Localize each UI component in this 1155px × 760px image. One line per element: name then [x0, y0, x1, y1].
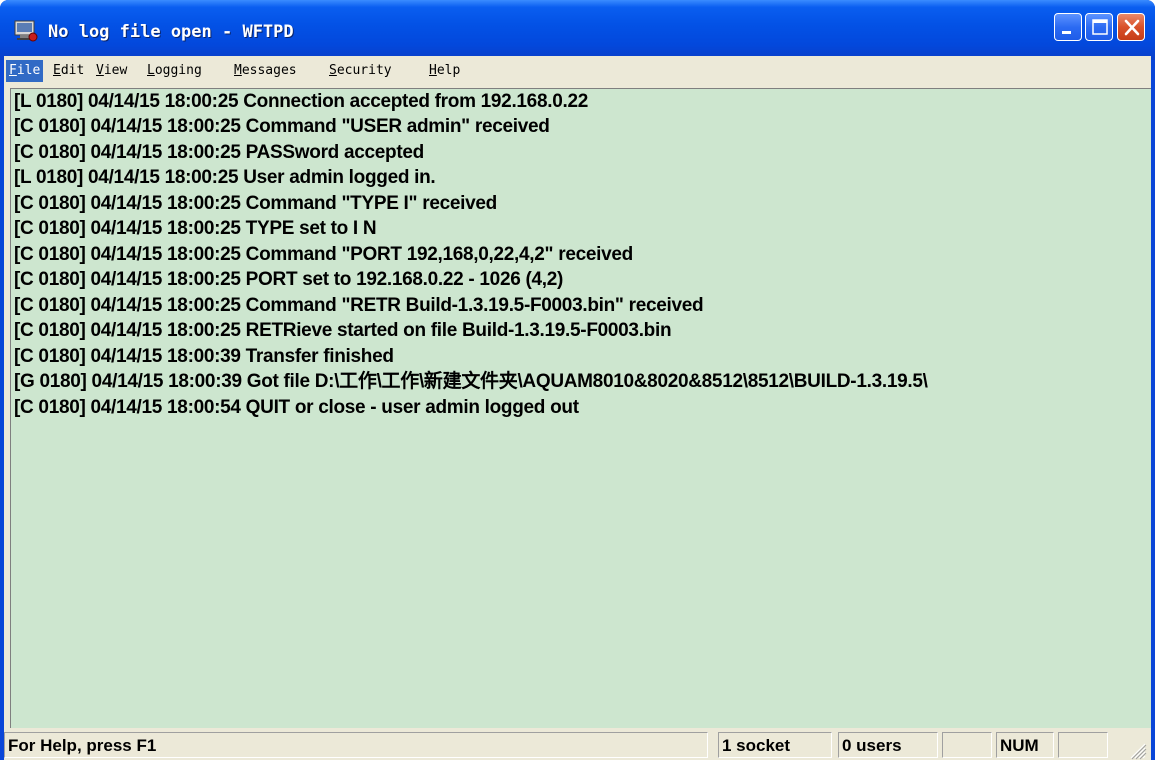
menu-edit-mnemonic: E	[53, 63, 61, 78]
menu-security[interactable]: Security	[326, 60, 395, 82]
menu-logging-mnemonic: L	[147, 63, 155, 78]
wftpd-window: No log file open - WFTPD File Edit View …	[0, 0, 1155, 760]
log-line: [C 0180] 04/14/15 18:00:25 Command "PORT…	[14, 244, 633, 265]
log-line: [L 0180] 04/14/15 18:00:25 User admin lo…	[14, 167, 436, 188]
maximize-icon	[1092, 19, 1108, 35]
menu-view-label: iew	[103, 63, 128, 78]
log-line: [C 0180] 04/14/15 18:00:25 RETRieve star…	[14, 320, 672, 341]
status-socket-count: 1 socket	[718, 732, 832, 758]
menu-bar: File Edit View Logging Messages Security…	[4, 56, 1151, 86]
maximize-button[interactable]	[1085, 13, 1113, 41]
title-bar[interactable]: No log file open - WFTPD	[0, 0, 1155, 60]
log-line: [C 0180] 04/14/15 18:00:25 Command "TYPE…	[14, 193, 497, 214]
menu-file[interactable]: File	[6, 60, 44, 82]
menu-view-mnemonic: V	[96, 63, 104, 78]
status-empty-pane	[942, 732, 992, 758]
log-line: [C 0180] 04/14/15 18:00:39 Transfer fini…	[14, 346, 394, 367]
log-line: [G 0180] 04/14/15 18:00:39 Got file D:\工…	[14, 371, 928, 392]
status-bar: For Help, press F1 1 socket 0 users NUM	[4, 728, 1151, 760]
status-empty-pane-2	[1058, 732, 1108, 758]
menu-security-mnemonic: S	[329, 63, 337, 78]
log-line: [C 0180] 04/14/15 18:00:54 QUIT or close…	[14, 397, 579, 418]
minimize-icon	[1062, 31, 1071, 34]
minimize-button[interactable]	[1054, 13, 1082, 41]
log-line: [C 0180] 04/14/15 18:00:25 Command "RETR…	[14, 295, 704, 316]
menu-view[interactable]: View	[93, 60, 130, 82]
menu-help[interactable]: Help	[426, 60, 463, 82]
menu-logging-label: ogging	[154, 63, 202, 78]
client-area: File Edit View Logging Messages Security…	[4, 56, 1151, 760]
log-view[interactable]: [L 0180] 04/14/15 18:00:25 Connection ac…	[10, 88, 1151, 740]
menu-help-mnemonic: H	[429, 63, 437, 78]
wftpd-app-icon[interactable]	[14, 20, 38, 42]
menu-messages[interactable]: Messages	[231, 60, 300, 82]
resize-grip-icon[interactable]	[1127, 740, 1147, 760]
menu-security-label: ecurity	[336, 63, 392, 78]
menu-help-label: elp	[436, 63, 461, 78]
window-title: No log file open - WFTPD	[48, 22, 294, 42]
menu-file-mnemonic: F	[9, 63, 17, 78]
menu-file-label: ile	[16, 63, 41, 78]
log-line: [C 0180] 04/14/15 18:00:25 Command "USER…	[14, 116, 550, 137]
menu-edit-label: dit	[60, 63, 85, 78]
menu-logging[interactable]: Logging	[144, 60, 205, 82]
log-line: [L 0180] 04/14/15 18:00:25 Connection ac…	[14, 91, 588, 112]
menu-edit[interactable]: Edit	[50, 60, 87, 82]
menu-messages-mnemonic: M	[234, 63, 242, 78]
menu-messages-label: essages	[241, 63, 297, 78]
log-line: [C 0180] 04/14/15 18:00:25 TYPE set to I…	[14, 218, 377, 239]
close-button[interactable]	[1117, 13, 1145, 41]
status-user-count: 0 users	[838, 732, 938, 758]
log-line: [C 0180] 04/14/15 18:00:25 PORT set to 1…	[14, 269, 564, 290]
status-num-lock: NUM	[996, 732, 1054, 758]
status-help-text: For Help, press F1	[4, 732, 708, 758]
close-icon	[1124, 19, 1140, 36]
log-line: [C 0180] 04/14/15 18:00:25 PASSword acce…	[14, 142, 424, 163]
